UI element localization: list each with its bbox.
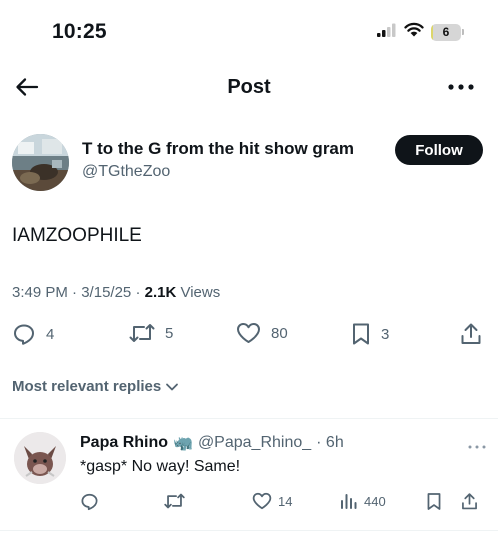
post-action-bar: 4 5 80 3 xyxy=(0,322,498,352)
rhino-emoji: 🦏 xyxy=(173,435,193,452)
reply-views-count: 440 xyxy=(364,493,386,509)
reply-count: 4 xyxy=(46,325,55,343)
page-title: Post xyxy=(227,76,271,98)
follow-button[interactable]: Follow xyxy=(395,135,483,165)
more-horizontal-icon xyxy=(448,84,474,90)
post-meta: 3:49 PM · 3/15/25 · 2.1K Views xyxy=(12,284,220,301)
reply-action-bar: 14 440 xyxy=(0,492,498,516)
bookmark-icon xyxy=(353,323,369,345)
share-icon xyxy=(462,493,477,510)
bookmark-button[interactable]: 3 xyxy=(351,322,389,346)
heart-icon xyxy=(252,492,272,510)
replies-sort-label: Most relevant replies xyxy=(12,378,162,395)
author-name[interactable]: T to the G from the hit show gram xyxy=(82,139,354,159)
top-nav-bar: Post xyxy=(0,66,498,110)
cellular-signal-icon xyxy=(377,23,397,42)
battery-icon: 6 xyxy=(431,23,464,41)
meta-separator: · xyxy=(135,284,141,301)
heart-icon xyxy=(237,323,260,343)
reply-avatar[interactable] xyxy=(14,432,66,484)
battery-level-text: 6 xyxy=(442,25,450,39)
reply-icon xyxy=(81,493,98,511)
analytics-icon xyxy=(341,494,357,509)
repost-icon xyxy=(164,493,185,509)
post-author: T to the G from the hit show gram @TGthe… xyxy=(12,134,492,194)
status-time: 10:25 xyxy=(52,20,107,43)
author-handle[interactable]: @TGtheZoo xyxy=(82,163,170,181)
reply-like-button[interactable]: 14 xyxy=(252,492,292,510)
post-date[interactable]: 3/15/25 xyxy=(81,284,131,301)
repost-icon xyxy=(129,324,155,342)
battery-level-fill xyxy=(431,23,433,41)
reply-button[interactable]: 4 xyxy=(12,322,54,346)
reply-repost-button[interactable] xyxy=(164,492,185,510)
reply-icon xyxy=(14,324,34,345)
share-icon xyxy=(461,323,481,344)
reply-like-count: 14 xyxy=(278,493,293,509)
more-options-button[interactable] xyxy=(444,72,478,102)
views-count[interactable]: 2.1K xyxy=(145,284,177,301)
reply-text: *gasp* No way! Same! xyxy=(80,458,241,475)
more-horizontal-icon xyxy=(468,445,486,449)
reply-bookmark-button[interactable] xyxy=(426,492,442,511)
reply-views-button[interactable]: 440 xyxy=(340,492,386,510)
repost-count: 5 xyxy=(165,324,174,342)
share-button[interactable] xyxy=(460,322,482,346)
reply-item[interactable]: Papa Rhino 🦏 @Papa_Rhino_ · 6h *gasp* No… xyxy=(0,424,498,528)
divider xyxy=(0,418,498,419)
reply-reply-button[interactable] xyxy=(80,492,99,511)
reply-share-button[interactable] xyxy=(461,492,478,511)
like-count: 80 xyxy=(271,324,288,342)
like-button[interactable]: 80 xyxy=(236,322,288,344)
reply-time[interactable]: · 6h xyxy=(316,434,344,452)
views-label: Views xyxy=(180,284,221,301)
status-bar: 10:25 6 xyxy=(0,0,498,62)
meta-separator: · xyxy=(72,284,78,301)
post-text: IAMZOOPHILE xyxy=(12,225,142,246)
repost-button[interactable]: 5 xyxy=(129,322,173,344)
divider xyxy=(0,530,498,531)
reply-more-button[interactable] xyxy=(468,436,486,454)
wifi-icon xyxy=(404,22,424,42)
bookmark-icon xyxy=(427,493,441,510)
reply-header: Papa Rhino 🦏 @Papa_Rhino_ · 6h xyxy=(80,433,344,453)
post-time[interactable]: 3:49 PM xyxy=(12,284,68,301)
bookmark-count: 3 xyxy=(381,325,390,343)
status-indicators: 6 xyxy=(377,22,464,42)
author-avatar[interactable] xyxy=(12,134,69,191)
reply-author-name[interactable]: Papa Rhino xyxy=(80,434,168,452)
replies-sort-dropdown[interactable]: Most relevant replies xyxy=(12,378,179,395)
reply-author-handle[interactable]: @Papa_Rhino_ xyxy=(198,434,311,452)
chevron-down-icon xyxy=(166,383,179,390)
